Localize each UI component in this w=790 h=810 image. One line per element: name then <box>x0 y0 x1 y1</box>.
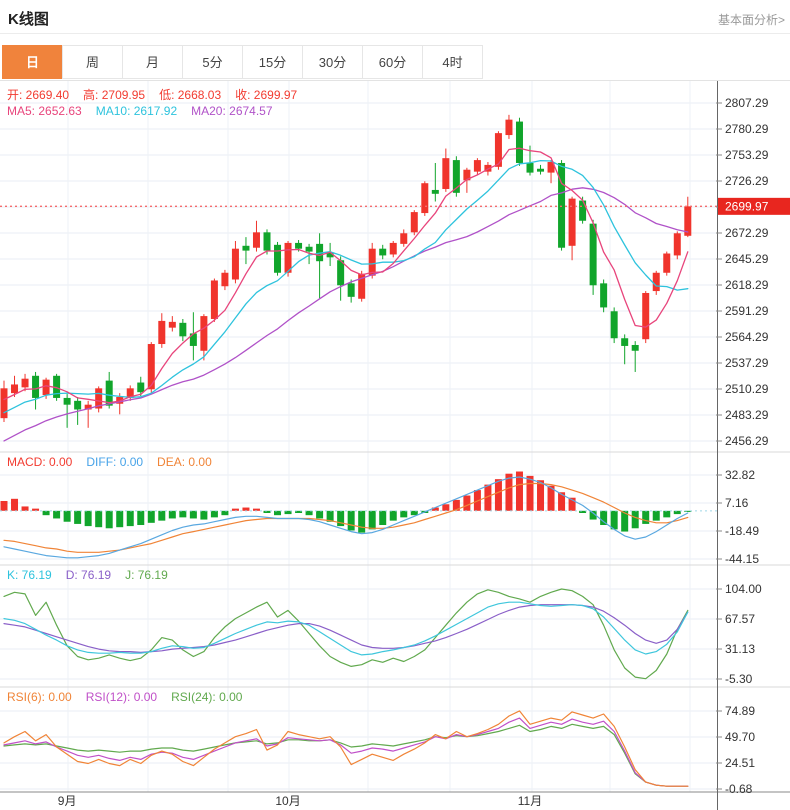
legend-dea: DEA: 0.00 <box>157 455 212 469</box>
y-axis-label: -0.68 <box>725 782 753 796</box>
legend-low: 低: 2668.03 <box>159 88 222 102</box>
y-axis-label: 7.16 <box>725 496 749 510</box>
y-axis-label: 2807.29 <box>725 96 769 110</box>
ohlc-legend: 开: 2669.40 高: 2709.95 低: 2668.03 收: 2699.97 <box>7 86 311 103</box>
tab-30min[interactable]: 30分 <box>302 45 363 79</box>
candles-layer <box>0 114 692 428</box>
y-axis-label: -44.15 <box>725 552 759 566</box>
legend-close: 收: 2699.97 <box>235 88 298 102</box>
kdj-legend: K: 76.19 D: 76.19 J: 76.19 <box>7 568 182 582</box>
y-axis-label: 49.70 <box>725 730 755 744</box>
y-axis-label: 104.00 <box>725 582 762 596</box>
macd-legend: MACD: 0.00 DIFF: 0.00 DEA: 0.00 <box>7 455 226 469</box>
y-axis-label: 2726.29 <box>725 174 769 188</box>
y-axis-label: 2780.29 <box>725 122 769 136</box>
macd-layer <box>0 471 717 559</box>
legend-j: J: 76.19 <box>125 568 168 582</box>
y-axis-label: 67.57 <box>725 612 755 626</box>
rsi-legend: RSI(6): 0.00 RSI(12): 0.00 RSI(24): 0.00 <box>7 690 256 704</box>
y-axis-label: 24.51 <box>725 756 755 770</box>
y-axis-label: 2483.29 <box>725 408 769 422</box>
y-axis-label: 32.82 <box>725 468 755 482</box>
y-axis-label: 2456.29 <box>725 434 769 448</box>
legend-d: D: 76.19 <box>65 568 112 582</box>
tab-month[interactable]: 月 <box>122 45 183 79</box>
legend-rsi24: RSI(24): 0.00 <box>171 690 243 704</box>
y-axis-label: 2510.29 <box>725 382 769 396</box>
fundamental-analysis-link[interactable]: 基本面分析> <box>718 11 785 28</box>
tab-5min[interactable]: 5分 <box>182 45 243 79</box>
legend-k: K: 76.19 <box>7 568 52 582</box>
svg-text:2699.97: 2699.97 <box>725 199 769 213</box>
legend-macd: MACD: 0.00 <box>7 455 73 469</box>
legend-ma5: MA5: 2652.63 <box>7 104 82 118</box>
legend-ma10: MA10: 2617.92 <box>95 104 178 118</box>
grid-layer <box>0 81 717 792</box>
period-tabbar: 日周月 5分 15分 30分 60分 4时 <box>2 45 483 79</box>
x-axis-month-label: 11月 <box>517 794 543 808</box>
tab-4hour[interactable]: 4时 <box>422 45 483 79</box>
y-axis-label: 2645.29 <box>725 252 769 266</box>
tab-60min[interactable]: 60分 <box>362 45 423 79</box>
legend-high: 高: 2709.95 <box>83 88 146 102</box>
kdj-layer <box>3 588 689 680</box>
rsi-layer <box>3 710 689 787</box>
page-title: K线图 <box>8 11 49 28</box>
legend-diff: DIFF: 0.00 <box>86 455 144 469</box>
legend-rsi6: RSI(6): 0.00 <box>7 690 72 704</box>
y-axis-label: 74.89 <box>725 704 755 718</box>
legend-open: 开: 2669.40 <box>7 88 70 102</box>
y-axis-label: 31.13 <box>725 642 755 656</box>
page-header: K线图 基本面分析> <box>0 0 790 34</box>
y-axis-label: 2753.29 <box>725 148 769 162</box>
y-axis-label: 2672.29 <box>725 226 769 240</box>
tab-15min[interactable]: 15分 <box>242 45 303 79</box>
y-axis-label: -18.49 <box>725 524 759 538</box>
x-axis-month-label: 10月 <box>275 794 301 808</box>
y-axis-label: 2537.29 <box>725 356 769 370</box>
y-axis-label: 2618.29 <box>725 278 769 292</box>
legend-ma20: MA20: 2674.57 <box>191 104 273 118</box>
y-axis-label: 2564.29 <box>725 330 769 344</box>
current-price-badge: 2699.97 <box>718 197 790 215</box>
legend-rsi12: RSI(12): 0.00 <box>85 690 158 704</box>
y-axis-label: 2591.29 <box>725 304 769 318</box>
tab-week[interactable]: 周 <box>62 45 123 79</box>
tab-day[interactable]: 日 <box>2 45 63 79</box>
y-axis-label: -5.30 <box>725 672 753 686</box>
ma-legend: MA5: 2652.63 MA10: 2617.92 MA20: 2674.57 <box>7 104 287 118</box>
x-axis-month-label: 9月 <box>57 794 77 808</box>
